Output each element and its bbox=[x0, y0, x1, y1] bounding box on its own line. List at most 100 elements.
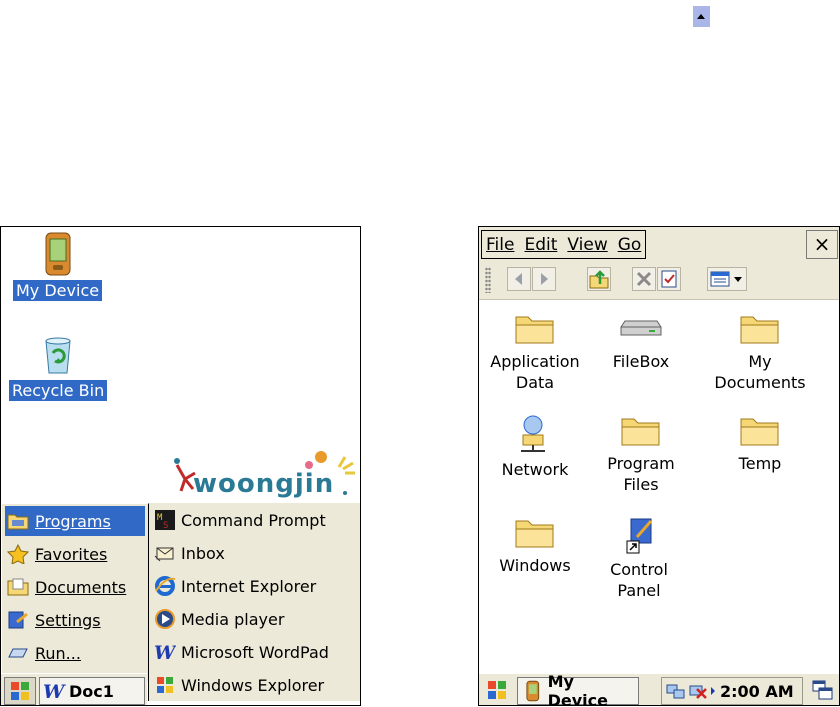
inbox-icon bbox=[154, 547, 174, 562]
submenu-item-label: Windows Explorer bbox=[181, 675, 325, 695]
menu-file[interactable]: File bbox=[486, 235, 514, 255]
submenu-item-windows-explorer[interactable]: Windows Explorer bbox=[152, 670, 358, 700]
back-button[interactable] bbox=[507, 267, 531, 291]
menu-bar: File Edit View Go × bbox=[479, 227, 839, 261]
folder-icon bbox=[740, 316, 779, 344]
taskbar-button-label: Doc1 bbox=[69, 681, 114, 701]
media-player-icon bbox=[155, 609, 175, 629]
start-menu-label: Documents bbox=[35, 577, 127, 597]
disk-drive-icon bbox=[620, 320, 662, 336]
desktop-icon-label: My Device bbox=[13, 280, 103, 301]
file-item-windows[interactable]: Windows bbox=[485, 515, 585, 576]
network-icon bbox=[521, 415, 545, 452]
pda-device-icon bbox=[526, 680, 540, 702]
windows-explorer-icon bbox=[157, 677, 173, 693]
programs-submenu: MS Command Prompt Inbox Internet Explore… bbox=[148, 503, 360, 701]
documents-folder-icon bbox=[7, 578, 29, 596]
start-menu-item-settings[interactable]: Settings bbox=[5, 605, 145, 635]
taskbar: My Device 2:00 AM bbox=[479, 672, 839, 705]
folder-icon bbox=[515, 520, 554, 548]
start-button[interactable] bbox=[482, 677, 512, 703]
desktop-icon-recycle-bin[interactable]: Recycle Bin bbox=[9, 333, 108, 401]
wordpad-icon: W bbox=[43, 681, 66, 702]
svg-text:W: W bbox=[43, 681, 66, 702]
submenu-item-wordpad[interactable]: W Microsoft WordPad bbox=[152, 637, 358, 667]
taskbar-button-doc1[interactable]: W Doc1 bbox=[39, 677, 145, 705]
back-arrow-icon bbox=[515, 273, 522, 285]
start-menu-label: Run... bbox=[35, 643, 81, 663]
file-item-my-documents[interactable]: My Documents bbox=[710, 311, 810, 393]
start-menu-item-programs[interactable]: Programs bbox=[5, 506, 145, 536]
star-icon bbox=[7, 544, 29, 564]
system-tray: 2:00 AM bbox=[661, 677, 803, 705]
menu-go[interactable]: Go bbox=[618, 235, 642, 255]
file-item-application-data[interactable]: Application Data bbox=[485, 311, 585, 393]
file-explorer-window: File Edit View Go × Application Data Fil… bbox=[478, 226, 840, 706]
wordpad-icon: W bbox=[154, 642, 176, 663]
start-button[interactable] bbox=[4, 677, 36, 705]
desktop-icon-my-device[interactable]: My Device bbox=[13, 231, 103, 301]
clock[interactable]: 2:00 AM bbox=[720, 682, 794, 701]
control-panel-shortcut-icon bbox=[626, 518, 653, 554]
properties-button[interactable] bbox=[657, 267, 681, 291]
file-item-label: Network bbox=[501, 460, 569, 479]
up-arrow-icon bbox=[697, 14, 705, 19]
taskbar: W Doc1 bbox=[1, 673, 147, 705]
svg-text:S: S bbox=[163, 521, 168, 531]
toolbar bbox=[479, 261, 839, 300]
file-item-network[interactable]: Network bbox=[485, 413, 585, 480]
start-menu-item-documents[interactable]: Documents bbox=[5, 572, 145, 602]
file-item-label: Program Files bbox=[607, 454, 675, 494]
command-prompt-icon: MS bbox=[155, 510, 175, 531]
properties-icon bbox=[661, 270, 677, 288]
submenu-item-label: Command Prompt bbox=[181, 510, 326, 530]
up-folder-icon bbox=[589, 270, 609, 289]
close-button[interactable]: × bbox=[806, 230, 838, 259]
submenu-item-label: Media player bbox=[181, 609, 285, 629]
pda-device-icon bbox=[45, 232, 71, 276]
submenu-item-label: Microsoft WordPad bbox=[181, 642, 329, 662]
file-item-label: Windows bbox=[499, 556, 571, 575]
windows-stack-icon bbox=[812, 680, 833, 700]
file-item-control-panel[interactable]: Control Panel bbox=[591, 515, 687, 601]
network-disconnected-icon[interactable] bbox=[687, 681, 709, 701]
scroll-up-button[interactable] bbox=[693, 6, 710, 27]
forward-button[interactable] bbox=[532, 267, 556, 291]
submenu-item-command-prompt[interactable]: MS Command Prompt bbox=[152, 505, 358, 535]
show-desktop-button[interactable] bbox=[809, 677, 837, 703]
submenu-item-inbox[interactable]: Inbox bbox=[152, 538, 358, 568]
delete-x-icon bbox=[636, 271, 652, 287]
logo-text: woongjin bbox=[193, 469, 335, 499]
toolbar-grip[interactable] bbox=[485, 267, 491, 293]
taskbar-button-my-device[interactable]: My Device bbox=[517, 672, 639, 705]
delete-button[interactable] bbox=[632, 267, 656, 291]
tray-expand-icon[interactable] bbox=[709, 681, 717, 701]
folder-icon bbox=[515, 316, 554, 344]
file-item-program-files[interactable]: Program Files bbox=[591, 413, 691, 495]
taskbar-button-label: My Device bbox=[547, 672, 608, 706]
internet-explorer-icon bbox=[155, 576, 176, 596]
run-icon bbox=[8, 648, 28, 658]
menu-edit[interactable]: Edit bbox=[524, 235, 557, 255]
file-item-label: FileBox bbox=[612, 352, 670, 371]
view-menu-button[interactable] bbox=[707, 267, 747, 291]
svg-text:W: W bbox=[154, 642, 176, 663]
submenu-item-label: Inbox bbox=[181, 543, 225, 563]
programs-folder-icon bbox=[7, 514, 29, 530]
desktop-icon-label: Recycle Bin bbox=[9, 380, 108, 401]
submenu-item-media-player[interactable]: Media player bbox=[152, 604, 358, 634]
menu-view[interactable]: View bbox=[567, 235, 607, 255]
network-connection-icon[interactable] bbox=[665, 681, 687, 701]
recycle-bin-icon bbox=[45, 337, 71, 374]
start-menu-label: Programs bbox=[35, 511, 111, 531]
start-menu-item-favorites[interactable]: Favorites bbox=[5, 539, 145, 569]
start-menu-item-run[interactable]: Run... bbox=[5, 638, 145, 668]
folder-icon bbox=[740, 418, 779, 446]
submenu-item-internet-explorer[interactable]: Internet Explorer bbox=[152, 571, 358, 601]
file-item-label: Control Panel bbox=[610, 560, 668, 600]
folder-icon bbox=[621, 418, 660, 446]
file-item-temp[interactable]: Temp bbox=[710, 413, 810, 474]
file-item-label: Temp bbox=[738, 454, 782, 473]
file-item-filebox[interactable]: FileBox bbox=[591, 311, 691, 372]
up-folder-button[interactable] bbox=[587, 267, 611, 291]
